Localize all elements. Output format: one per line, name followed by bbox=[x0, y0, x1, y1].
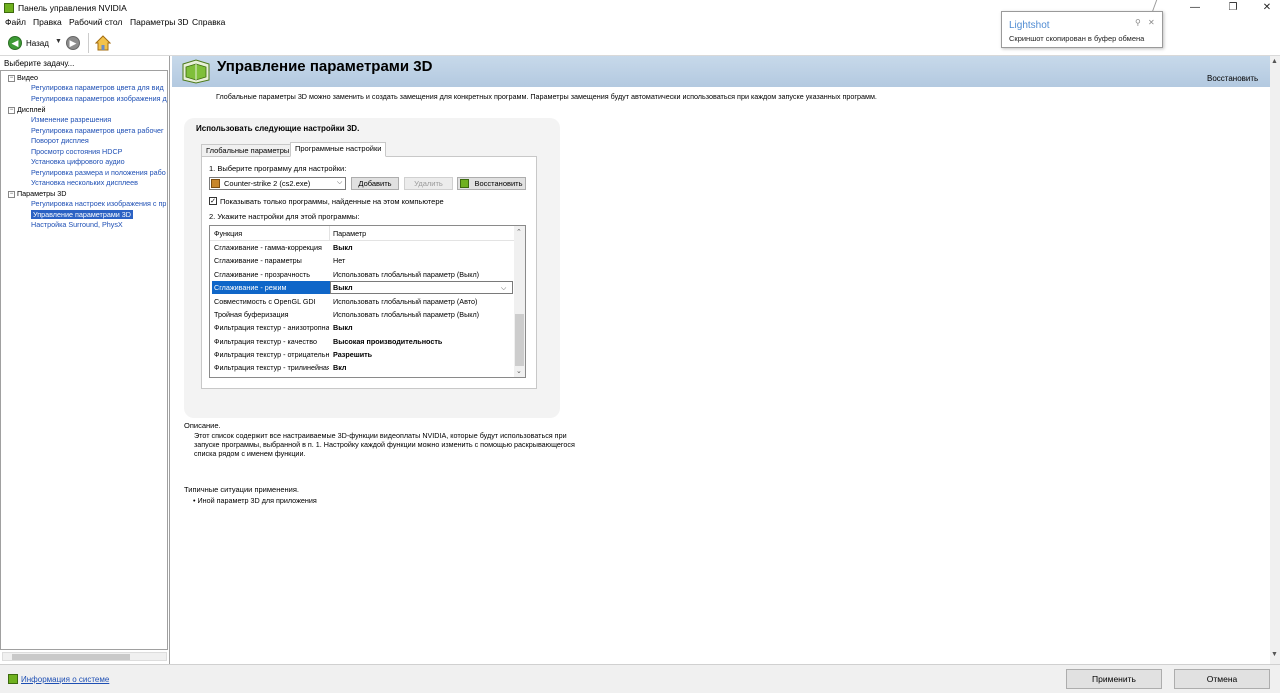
window-title: Панель управления NVIDIA bbox=[18, 3, 127, 13]
scroll-up-icon[interactable]: ▲ bbox=[1271, 58, 1278, 65]
table-row-selected[interactable]: Сглаживание - режим Выкл ⌵ bbox=[210, 281, 514, 294]
system-info-link[interactable]: Информация о системе bbox=[21, 675, 109, 684]
tree-item-digital-audio[interactable]: Установка цифрового аудио bbox=[31, 157, 125, 167]
collapse-icon[interactable]: − bbox=[8, 74, 15, 82]
minimize-button[interactable]: — bbox=[1178, 0, 1212, 16]
tree-item-3d-image-settings[interactable]: Регулировка настроек изображения с пр bbox=[31, 199, 166, 209]
table-row[interactable]: Сглаживание - параметры Нет bbox=[210, 254, 514, 267]
show-only-found-checkbox[interactable]: ✓ bbox=[209, 197, 217, 205]
menu-3d-settings[interactable]: Параметры 3D bbox=[130, 17, 189, 27]
scroll-down-icon[interactable]: ▼ bbox=[1271, 651, 1278, 658]
lightshot-message: Скриншот скопирован в буфер обмена bbox=[1009, 34, 1145, 43]
typical-usage-item: • Иной параметр 3D для приложения bbox=[193, 496, 317, 505]
sidebar-header: Выберите задачу... bbox=[4, 59, 75, 68]
grid-scroll-thumb[interactable] bbox=[515, 314, 524, 366]
tree-item-desktop-color[interactable]: Регулировка параметров цвета рабочег bbox=[31, 126, 164, 136]
scroll-down-icon[interactable]: ⌄ bbox=[516, 367, 522, 375]
back-button-label[interactable]: Назад bbox=[26, 39, 49, 48]
arrow-left-icon[interactable]: ◀ bbox=[8, 36, 22, 50]
tree-item-resolution[interactable]: Изменение разрешения bbox=[31, 115, 111, 125]
menu-file[interactable]: Файл bbox=[5, 17, 26, 27]
column-separator bbox=[329, 226, 330, 241]
step2-label: 2. Укажите настройки для этой программы: bbox=[209, 212, 360, 221]
table-row[interactable]: Тройная буферизация Использовать глобальн… bbox=[210, 308, 514, 321]
sidebar-scroll-thumb[interactable] bbox=[12, 654, 130, 660]
chevron-down-icon[interactable]: ⌵ bbox=[501, 281, 506, 294]
nvidia-app-icon bbox=[4, 3, 14, 13]
nvidia-info-icon[interactable] bbox=[8, 674, 18, 684]
tree-item-video-color[interactable]: Регулировка параметров цвета для вид bbox=[31, 83, 164, 93]
page-title: Управление параметрами 3D bbox=[217, 58, 433, 75]
setting-dropdown[interactable] bbox=[330, 281, 513, 294]
tree-item-rotate[interactable]: Поворот дисплея bbox=[31, 136, 89, 146]
menu-desktop[interactable]: Рабочий стол bbox=[69, 17, 122, 27]
menu-help[interactable]: Справка bbox=[192, 17, 225, 27]
add-program-button[interactable]: Добавить bbox=[351, 177, 399, 190]
description-text: Этот список содержит все настраиваемые 3… bbox=[194, 431, 575, 458]
table-row[interactable]: Фильтрация текстур - трилинейная оптимиз… bbox=[210, 361, 514, 374]
3d-settings-icon bbox=[180, 58, 212, 84]
table-row[interactable]: Фильтрация текстур - анизотропная Выкл bbox=[210, 321, 514, 334]
close-icon[interactable]: ✕ bbox=[1148, 18, 1155, 27]
tree-category-video[interactable]: − Видео bbox=[8, 73, 38, 83]
chevron-down-icon[interactable]: ▼ bbox=[55, 38, 62, 45]
lightshot-title: Lightshot bbox=[1009, 20, 1050, 31]
typical-usage-label: Типичные ситуации применения. bbox=[184, 485, 299, 494]
settings-panel-title: Использовать следующие настройки 3D. bbox=[196, 124, 360, 133]
table-row[interactable]: Сглаживание - гамма-коррекция Выкл bbox=[210, 241, 514, 254]
collapse-icon[interactable]: − bbox=[8, 190, 15, 198]
menu-edit[interactable]: Правка bbox=[33, 17, 62, 27]
show-only-found-label[interactable]: Показывать только программы, найденные н… bbox=[220, 197, 444, 206]
page-description: Глобальные параметры 3D можно заменить и… bbox=[216, 92, 877, 101]
tree-item-hdcp[interactable]: Просмотр состояния HDCP bbox=[31, 147, 122, 157]
table-row[interactable]: Фильтрация текстур - отрицательное откло… bbox=[210, 348, 514, 361]
restore-defaults-link[interactable]: Восстановить bbox=[1207, 74, 1258, 83]
tree-item-surround-physx[interactable]: Настройка Surround, PhysX bbox=[31, 220, 123, 230]
program-icon bbox=[211, 179, 220, 188]
arrow-right-icon[interactable]: ▶ bbox=[66, 36, 80, 50]
main-vertical-scrollbar[interactable] bbox=[1270, 56, 1280, 664]
cancel-button[interactable]: Отмена bbox=[1174, 669, 1270, 689]
column-header-setting[interactable]: Параметр bbox=[333, 229, 366, 238]
table-row[interactable]: Совместимость с OpenGL GDI Использовать г… bbox=[210, 295, 514, 308]
task-tree: − Видео Регулировка параметров цвета для … bbox=[0, 70, 168, 650]
table-row[interactable]: Сглаживание - прозрачность Использовать г… bbox=[210, 268, 514, 281]
tree-item-video-image[interactable]: Регулировка параметров изображения д bbox=[31, 94, 167, 104]
column-header-function[interactable]: Функция bbox=[214, 229, 242, 238]
collapse-icon[interactable]: − bbox=[8, 106, 15, 114]
delete-program-button[interactable]: Удалить bbox=[404, 177, 453, 190]
chevron-down-icon[interactable]: ⌵ bbox=[337, 179, 342, 187]
nvidia-restore-icon bbox=[460, 179, 469, 188]
step1-label: 1. Выберите программу для настройки: bbox=[209, 164, 347, 173]
maximize-button[interactable]: ❐ bbox=[1216, 0, 1250, 16]
tree-item-desktop-size[interactable]: Регулировка размера и положения рабо bbox=[31, 168, 166, 178]
pin-icon[interactable]: ⚲ bbox=[1135, 18, 1141, 27]
tab-program-settings[interactable]: Программные настройки bbox=[290, 142, 387, 157]
tree-category-3d[interactable]: − Параметры 3D bbox=[8, 189, 67, 199]
tree-item-multiple-displays[interactable]: Установка нескольких дисплеев bbox=[31, 178, 138, 188]
close-button[interactable]: ✕ bbox=[1250, 0, 1280, 16]
apply-button[interactable]: Применить bbox=[1066, 669, 1162, 689]
tree-item-manage-3d[interactable]: Управление параметрами 3D bbox=[31, 210, 133, 220]
tree-category-display[interactable]: − Дисплей bbox=[8, 105, 46, 115]
toolbar-separator bbox=[88, 33, 89, 53]
program-select[interactable]: Counter-strike 2 (cs2.exe) bbox=[209, 177, 346, 190]
table-row[interactable]: Фильтрация текстур - качество Высокая про… bbox=[210, 335, 514, 348]
home-icon[interactable] bbox=[94, 35, 112, 51]
scroll-up-icon[interactable]: ⌃ bbox=[516, 228, 522, 236]
description-label: Описание. bbox=[184, 421, 221, 430]
